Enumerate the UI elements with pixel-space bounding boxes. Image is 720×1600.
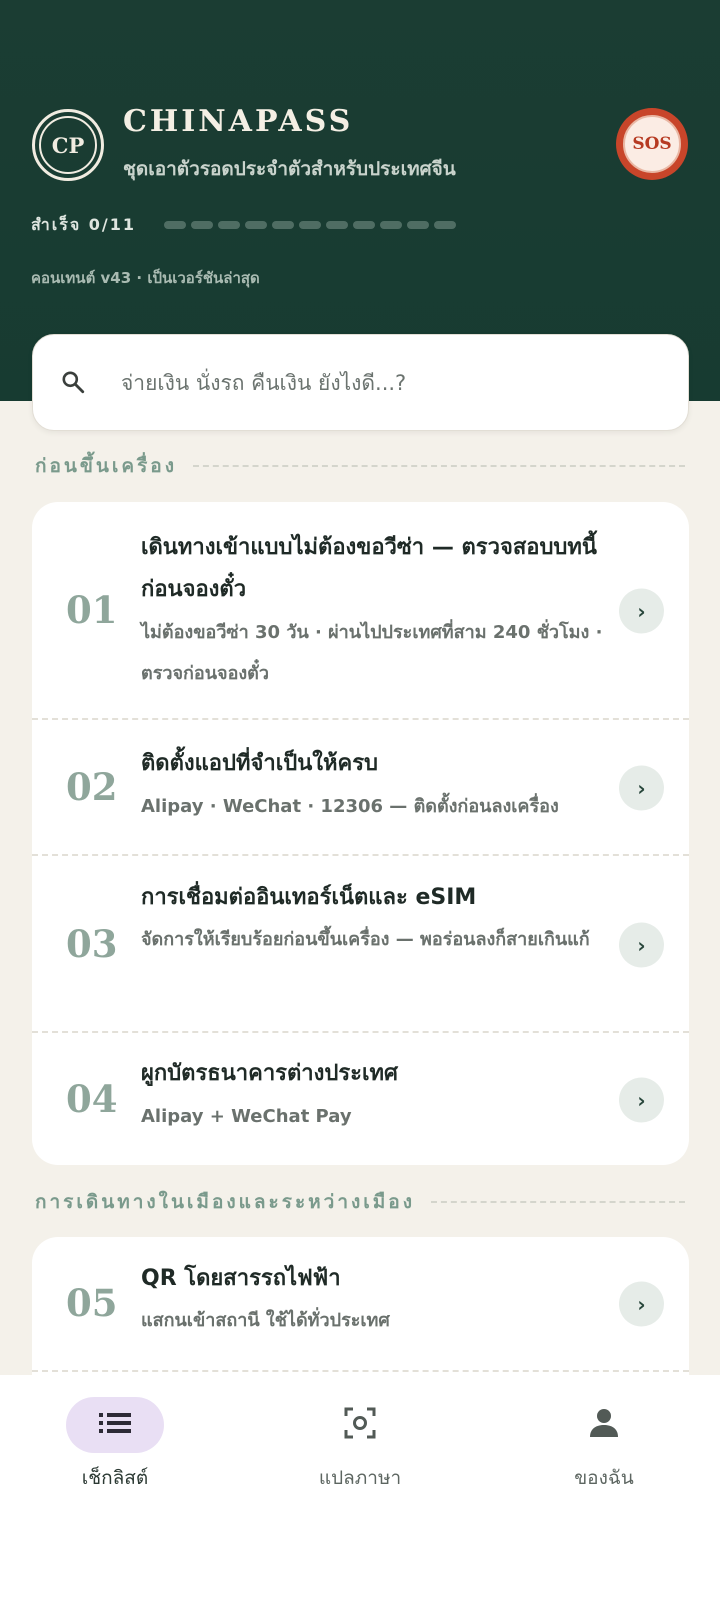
- nav-icon-wrap: [555, 1397, 653, 1453]
- app-title: CHINAPASS: [123, 104, 354, 139]
- section-divider: [192, 465, 685, 467]
- person-icon: [587, 1406, 621, 1444]
- nav-item-profile[interactable]: ของฉัน: [524, 1397, 684, 1493]
- item-number: 02: [66, 765, 118, 809]
- chevron-right-icon[interactable]: ›: [619, 1281, 664, 1327]
- item-number: 05: [66, 1281, 118, 1325]
- progress-segment: [299, 221, 321, 229]
- item-title: ติดตั้งแอปที่จำเป็นให้ครบ: [141, 751, 378, 776]
- progress-segment: [380, 221, 402, 229]
- nav-active-indicator: [66, 1397, 164, 1453]
- progress-bar: [164, 221, 456, 229]
- item-number: 04: [66, 1077, 118, 1121]
- nav-icon-wrap: [311, 1397, 409, 1453]
- section-title: ก่อนขึ้นเครื่อง: [35, 455, 177, 477]
- logo-text: CP: [39, 116, 97, 174]
- section-header-transport: การเดินทางในเมืองและระหว่างเมือง: [35, 1187, 685, 1217]
- progress-segment: [164, 221, 186, 229]
- progress-segment: [218, 221, 240, 229]
- nav-label: เช็กลิสต์: [81, 1467, 149, 1489]
- item-subtitle: Alipay + WeChat Pay: [141, 1106, 352, 1127]
- progress-segment: [191, 221, 213, 229]
- section-divider: [431, 1201, 685, 1203]
- bottom-navigation: เช็กลิสต์ แปลภาษา ของฉัน: [0, 1375, 720, 1600]
- app-subtitle: ชุดเอาตัวรอดประจำตัวสำหรับประเทศจีน: [123, 158, 456, 180]
- search-bar[interactable]: [32, 334, 689, 431]
- chevron-right-icon[interactable]: ›: [619, 922, 664, 968]
- item-subtitle: แสกนเข้าสถานี ใช้ได้ทั่วประเทศ: [141, 1310, 390, 1331]
- nav-label: แปลภาษา: [318, 1467, 402, 1489]
- item-subtitle: ไม่ต้องขอวีซ่า 30 วัน · ผ่านไปประเทศที่ส…: [141, 622, 603, 684]
- checklist-item[interactable]: 03 การเชื่อมต่ออินเทอร์เน็ตและ eSIM จัดก…: [32, 856, 689, 1033]
- item-number: 01: [66, 588, 118, 632]
- checklist-item[interactable]: 05 QR โดยสารรถไฟฟ้า แสกนเข้าสถานี ใช้ได้…: [32, 1237, 689, 1372]
- nav-label: ของฉัน: [574, 1467, 634, 1489]
- checklist-card-before-flight: 01 เดินทางเข้าแบบไม่ต้องขอวีซ่า — ตรวจสอ…: [32, 502, 689, 1165]
- item-title: QR โดยสารรถไฟฟ้า: [141, 1266, 341, 1291]
- checklist-item[interactable]: 04 ผูกบัตรธนาคารต่างประเทศ Alipay + WeCh…: [32, 1033, 689, 1165]
- progress-segment: [245, 221, 267, 229]
- nav-item-translate[interactable]: แปลภาษา: [280, 1397, 440, 1493]
- section-header-before-flight: ก่อนขึ้นเครื่อง: [35, 451, 685, 481]
- progress-segment: [434, 221, 456, 229]
- item-subtitle: จัดการให้เรียบร้อยก่อนขึ้นเครื่อง — พอร่…: [141, 929, 590, 950]
- item-title: เดินทางเข้าแบบไม่ต้องขอวีซ่า — ตรวจสอบบท…: [141, 535, 597, 602]
- scan-icon: [343, 1406, 377, 1444]
- chevron-right-icon[interactable]: ›: [619, 588, 664, 634]
- nav-item-checklist[interactable]: เช็กลิสต์: [35, 1397, 195, 1493]
- progress-segment: [272, 221, 294, 229]
- content-version: คอนเทนต์ v43 · เป็นเวอร์ชันล่าสุด: [31, 269, 260, 287]
- item-subtitle: Alipay · WeChat · 12306 — ติดตั้งก่อนลงเ…: [141, 796, 559, 817]
- sos-label: SOS: [623, 115, 681, 173]
- item-title: การเชื่อมต่ออินเทอร์เน็ตและ eSIM: [141, 885, 477, 910]
- progress-segment: [407, 221, 429, 229]
- checklist-item[interactable]: 01 เดินทางเข้าแบบไม่ต้องขอวีซ่า — ตรวจสอ…: [32, 502, 689, 720]
- app-logo: CP: [32, 109, 104, 181]
- chevron-right-icon[interactable]: ›: [619, 1077, 664, 1123]
- item-title: ผูกบัตรธนาคารต่างประเทศ: [141, 1061, 398, 1086]
- sos-button[interactable]: SOS: [616, 108, 688, 180]
- checklist-item[interactable]: 02 ติดตั้งแอปที่จำเป็นให้ครบ Alipay · We…: [32, 720, 689, 856]
- chevron-right-icon[interactable]: ›: [619, 765, 664, 811]
- list-icon: [98, 1410, 132, 1440]
- search-icon: [60, 369, 86, 399]
- section-title: การเดินทางในเมืองและระหว่างเมือง: [35, 1191, 415, 1213]
- progress-label: สำเร็จ 0/11: [31, 215, 136, 234]
- search-input[interactable]: [121, 357, 661, 409]
- item-number: 03: [66, 922, 118, 966]
- progress-segment: [326, 221, 348, 229]
- progress-segment: [353, 221, 375, 229]
